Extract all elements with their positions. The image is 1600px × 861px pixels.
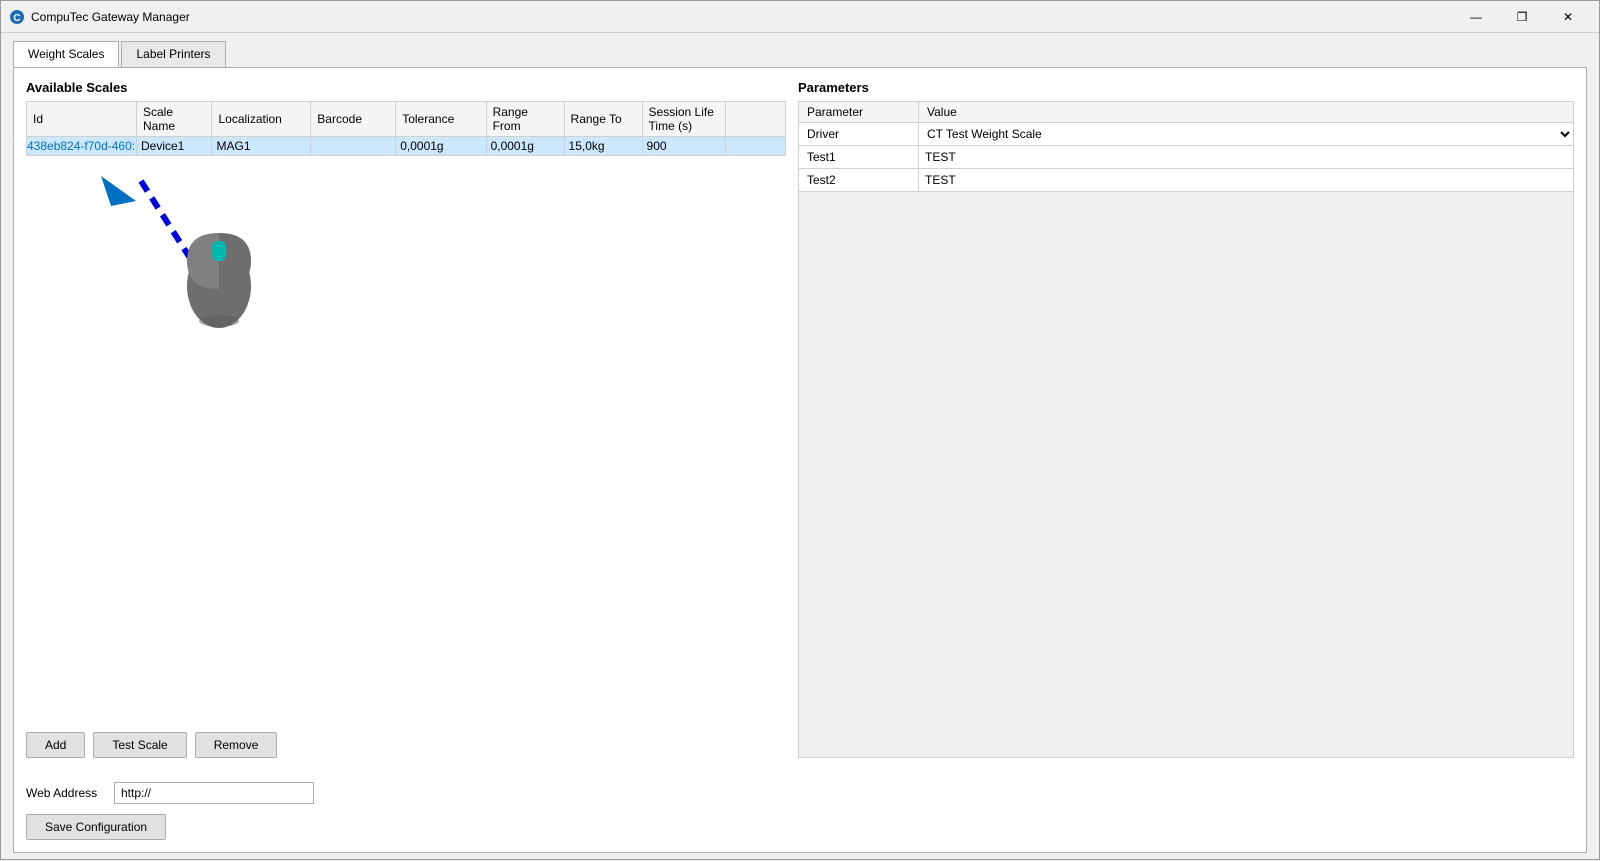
cell-id: 438eb824-f70d-460: — [27, 137, 137, 156]
tab-label-printers[interactable]: Label Printers — [121, 41, 225, 67]
title-bar-controls: — ❐ ✕ — [1453, 1, 1591, 33]
param-value-driver[interactable]: CT Test Weight Scale — [919, 123, 1574, 146]
range-to-input[interactable] — [565, 137, 642, 155]
parameters-table: Parameter Value Driver CT Test Weight Sc… — [798, 101, 1574, 192]
minimize-button[interactable]: — — [1453, 1, 1499, 33]
scale-name-input[interactable] — [137, 137, 211, 155]
test2-input[interactable] — [919, 170, 1573, 190]
save-configuration-button[interactable]: Save Configuration — [26, 814, 166, 840]
cell-range-from[interactable] — [486, 137, 564, 156]
add-button[interactable]: Add — [26, 732, 85, 758]
right-panel: Parameters Parameter Value Driver — [798, 80, 1574, 758]
close-button[interactable]: ✕ — [1545, 1, 1591, 33]
web-address-input[interactable] — [114, 782, 314, 804]
param-row-test1: Test1 — [799, 146, 1574, 169]
scales-table: Id Scale Name Localization Barcode Toler… — [26, 101, 786, 156]
tab-weight-scales[interactable]: Weight Scales — [13, 41, 119, 67]
col-tolerance: Tolerance — [396, 102, 486, 137]
bottom-section: Web Address Save Configuration — [26, 774, 1574, 840]
table-row[interactable]: 438eb824-f70d-460: — [27, 137, 786, 156]
left-panel: Available Scales Id Scale Name Localizat… — [26, 80, 786, 758]
cell-range-to[interactable] — [564, 137, 642, 156]
parameters-title: Parameters — [798, 80, 1574, 95]
cell-extra — [726, 137, 786, 156]
col-localization: Localization — [212, 102, 311, 137]
tolerance-input[interactable] — [396, 137, 485, 155]
driver-select[interactable]: CT Test Weight Scale — [919, 123, 1573, 145]
params-header-row: Parameter Value — [799, 102, 1574, 123]
param-value-test2[interactable] — [919, 169, 1574, 192]
cell-localization[interactable] — [212, 137, 311, 156]
params-gray-area — [798, 192, 1574, 758]
col-barcode: Barcode — [311, 102, 396, 137]
col-range-from: Range From — [486, 102, 564, 137]
localization-input[interactable] — [212, 137, 310, 155]
col-id: Id — [27, 102, 137, 137]
maximize-button[interactable]: ❐ — [1499, 1, 1545, 33]
session-life-time-input[interactable] — [643, 137, 725, 155]
mouse-illustration — [174, 211, 264, 331]
title-bar: C CompuTec Gateway Manager — ❐ ✕ — [1, 1, 1599, 33]
cell-scale-name[interactable] — [137, 137, 212, 156]
col-parameter: Parameter — [799, 102, 919, 123]
panels-row: Available Scales Id Scale Name Localizat… — [26, 80, 1574, 758]
col-value: Value — [919, 102, 1574, 123]
main-content: Weight Scales Label Printers Available S… — [1, 33, 1599, 861]
cell-tolerance[interactable] — [396, 137, 486, 156]
param-name-driver: Driver — [799, 123, 919, 146]
param-name-test2: Test2 — [799, 169, 919, 192]
test-scale-button[interactable]: Test Scale — [93, 732, 186, 758]
col-session-life-time: Session Life Time (s) — [642, 102, 725, 137]
app-icon: C — [9, 9, 25, 25]
title-bar-left: C CompuTec Gateway Manager — [9, 9, 190, 25]
cell-barcode[interactable] — [311, 137, 396, 156]
param-row-driver: Driver CT Test Weight Scale — [799, 123, 1574, 146]
col-scale-name: Scale Name — [137, 102, 212, 137]
col-range-to: Range To — [564, 102, 642, 137]
tabs: Weight Scales Label Printers — [13, 41, 1587, 67]
param-name-test1: Test1 — [799, 146, 919, 169]
param-value-test1[interactable] — [919, 146, 1574, 169]
col-extra — [726, 102, 786, 137]
web-address-label: Web Address — [26, 786, 106, 800]
available-scales-title: Available Scales — [26, 80, 786, 95]
web-address-row: Web Address — [26, 782, 1574, 804]
scale-visualization — [26, 156, 786, 724]
content-area: Available Scales Id Scale Name Localizat… — [13, 67, 1587, 853]
range-from-input[interactable] — [487, 137, 564, 155]
app-title: CompuTec Gateway Manager — [31, 10, 190, 24]
barcode-input[interactable] — [311, 137, 395, 155]
test1-input[interactable] — [919, 147, 1573, 167]
cell-session-life-time[interactable] — [642, 137, 725, 156]
svg-text:C: C — [13, 13, 20, 24]
param-row-test2: Test2 — [799, 169, 1574, 192]
remove-button[interactable]: Remove — [195, 732, 278, 758]
buttons-row: Add Test Scale Remove — [26, 732, 786, 758]
table-header-row: Id Scale Name Localization Barcode Toler… — [27, 102, 786, 137]
